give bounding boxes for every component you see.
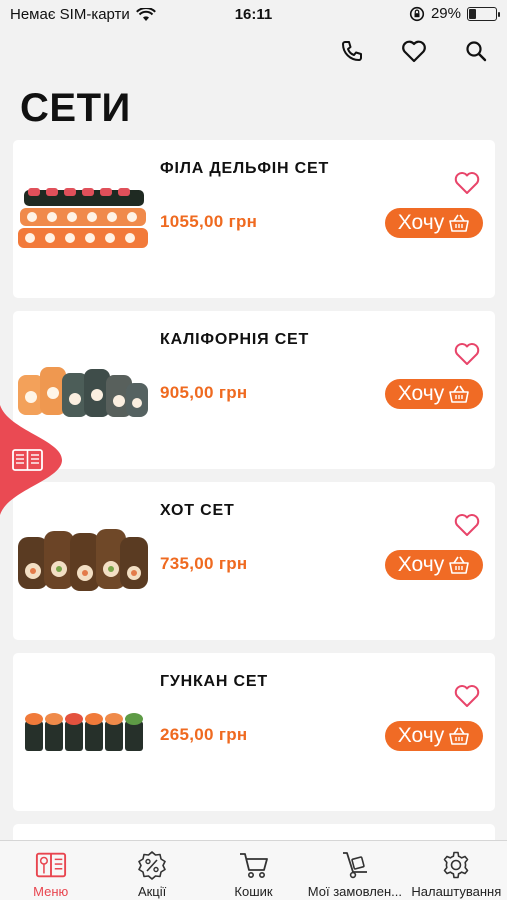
battery-percent: 29% [430, 5, 461, 22]
product-price: 735,00 грн [160, 554, 248, 573]
product-price: 905,00 грн [160, 383, 248, 402]
basket-icon [449, 556, 470, 574]
product-name: ХОТ СЕТ [160, 502, 235, 519]
want-button-label: Хочу [397, 382, 445, 405]
heart-outline-icon [454, 343, 480, 365]
favorite-toggle[interactable] [453, 683, 481, 709]
heart-outline-icon [454, 685, 480, 707]
want-button-label: Хочу [397, 724, 445, 747]
product-price: 265,00 грн [160, 725, 248, 744]
product-name: ФІЛА ДЕЛЬФІН СЕТ [160, 160, 330, 177]
percent-badge-icon [138, 851, 166, 880]
bottom-tab-bar: Меню Акції Кошик Мої замовлен... Налашту… [0, 840, 507, 900]
tab-my-orders[interactable]: Мої замовлен... [304, 841, 405, 900]
favorite-toggle[interactable] [453, 170, 481, 196]
menu-book-icon [35, 852, 66, 878]
phone-button[interactable] [339, 38, 365, 64]
basket-icon [449, 385, 470, 403]
want-button[interactable]: Хочу [385, 721, 483, 751]
battery-icon [467, 6, 500, 21]
tab-cart[interactable]: Кошик [203, 841, 304, 900]
cart-icon [239, 853, 268, 878]
basket-icon [449, 727, 470, 745]
want-button-label: Хочу [397, 553, 445, 576]
status-bar: Немає SIM-карти 16:11 29% [0, 0, 507, 30]
product-card[interactable]: ГУНКАН СЕТ 265,00 грн Хочу [13, 653, 495, 811]
product-name: ГУНКАН СЕТ [160, 673, 268, 690]
want-button[interactable]: Хочу [385, 550, 483, 580]
search-icon [466, 41, 487, 62]
tab-label: Кошик [234, 884, 273, 899]
page-title: СЕТИ [20, 86, 131, 130]
search-button[interactable] [463, 38, 489, 64]
want-button-label: Хочу [397, 211, 445, 234]
product-card[interactable]: ХОТ СЕТ 735,00 грн Хочу [13, 482, 495, 640]
tab-menu[interactable]: Меню [0, 841, 101, 900]
product-price: 1055,00 грн [160, 212, 258, 231]
basket-icon [449, 214, 470, 232]
heart-icon [402, 40, 426, 63]
want-button[interactable]: Хочу [385, 379, 483, 409]
status-right: 29% [409, 5, 500, 22]
header-actions [339, 38, 489, 64]
favorites-button[interactable] [401, 38, 427, 64]
heart-outline-icon [454, 514, 480, 536]
gear-icon [444, 851, 469, 879]
tab-label: Акції [137, 884, 167, 899]
favorite-toggle[interactable] [453, 341, 481, 367]
product-image [13, 673, 153, 791]
phone-icon [342, 41, 362, 61]
tab-label: Меню [33, 884, 69, 899]
tab-settings[interactable]: Налаштування [406, 841, 507, 900]
tab-promotions[interactable]: Акції [101, 841, 202, 900]
tab-label: Налаштування [411, 884, 502, 899]
rotation-lock-icon [409, 6, 425, 21]
heart-outline-icon [454, 172, 480, 194]
dolly-icon [342, 852, 367, 879]
product-name: КАЛІФОРНІЯ СЕТ [160, 331, 310, 348]
product-image [13, 502, 153, 620]
product-image [13, 160, 153, 278]
catalog-side-tab[interactable] [0, 405, 64, 515]
tab-label: Мої замовлен... [307, 884, 403, 899]
favorite-toggle[interactable] [453, 512, 481, 538]
product-card[interactable]: ФІЛА ДЕЛЬФІН СЕТ 1055,00 грн Хочу [13, 140, 495, 298]
want-button[interactable]: Хочу [385, 208, 483, 238]
product-card[interactable]: КАЛІФОРНІЯ СЕТ 905,00 грн Хочу [13, 311, 495, 469]
